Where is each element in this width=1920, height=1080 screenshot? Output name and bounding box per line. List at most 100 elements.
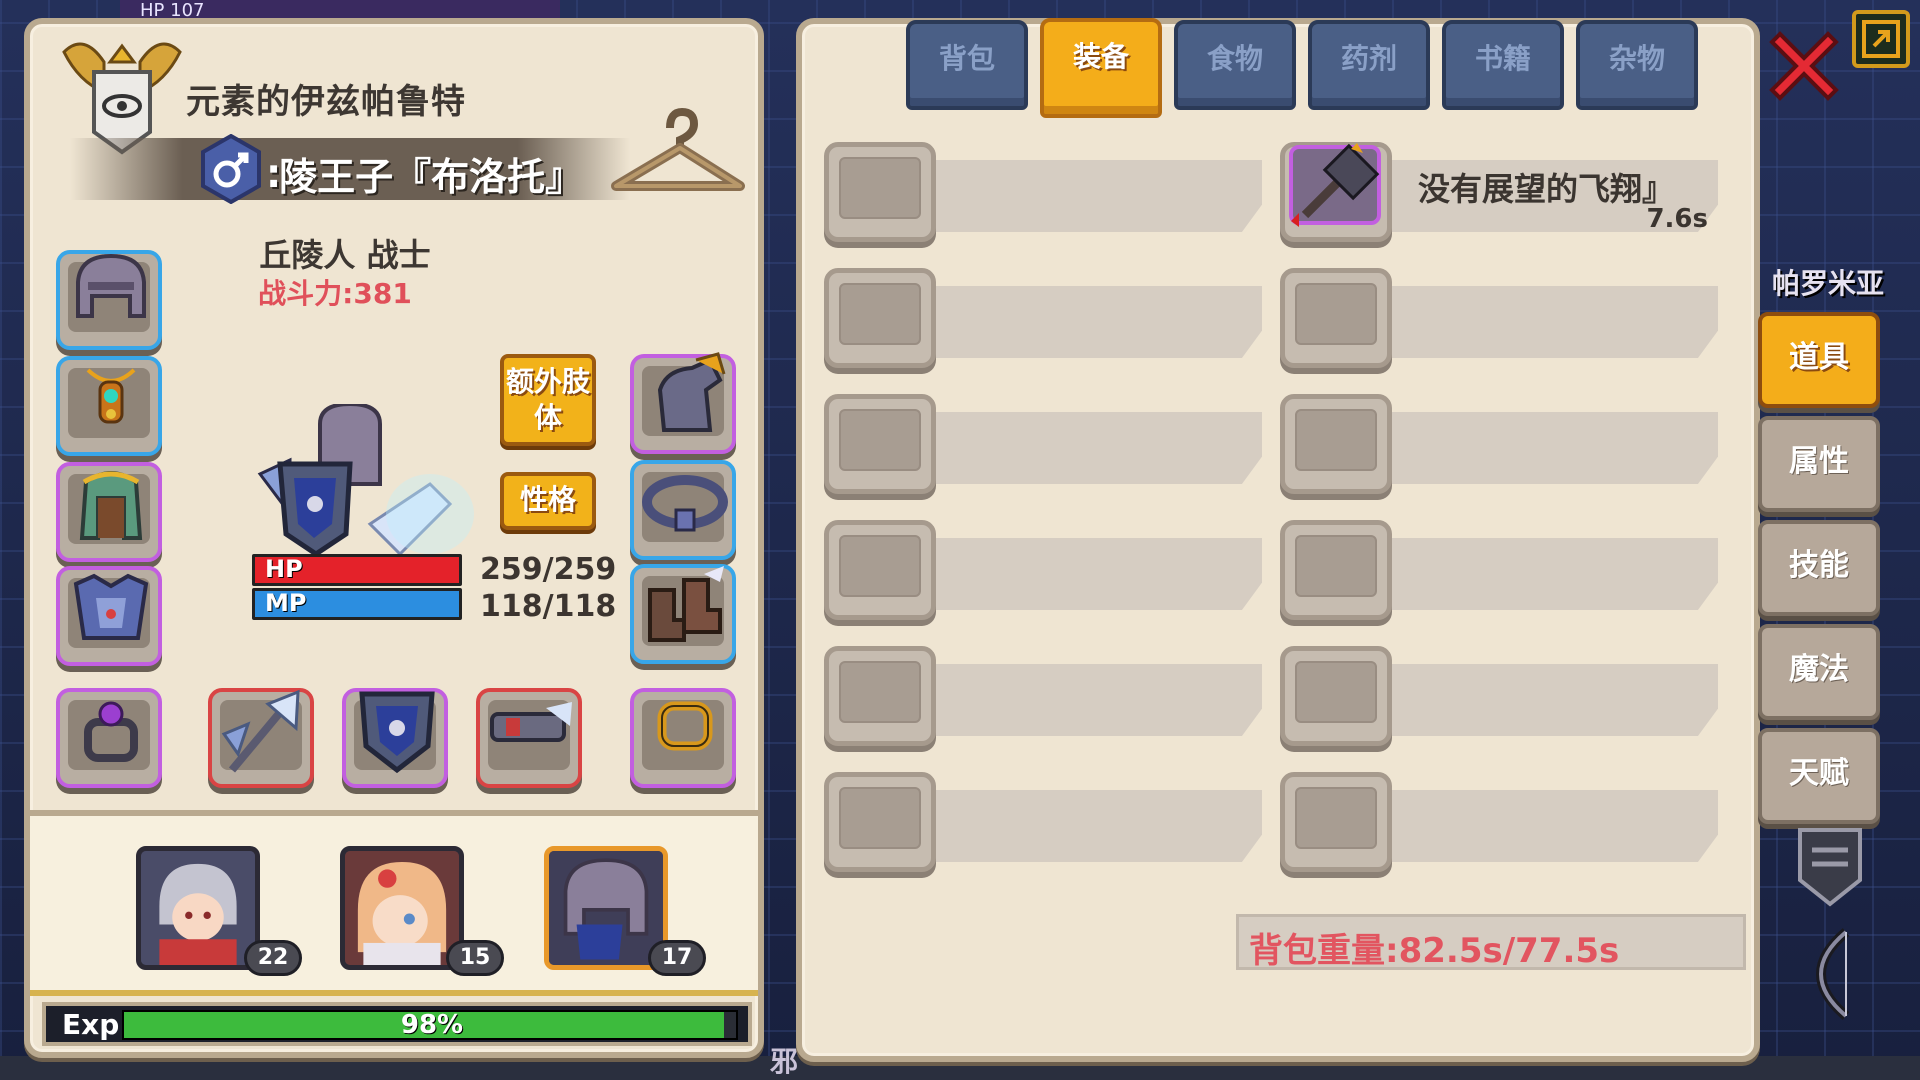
tab-6[interactable]: 杂物	[1576, 20, 1698, 110]
item-slot[interactable]	[1280, 394, 1392, 494]
item-slot[interactable]	[1280, 142, 1392, 242]
item-plate	[928, 412, 1262, 484]
axe-icon	[221, 689, 300, 773]
tab-1[interactable]: 背包	[906, 20, 1028, 110]
equip-slot-ring-left[interactable]	[56, 688, 162, 788]
item-slot[interactable]	[824, 646, 936, 746]
boots-icon	[648, 566, 724, 642]
item-plate	[928, 664, 1262, 736]
hanger-icon[interactable]	[610, 106, 746, 202]
item-slot[interactable]	[824, 772, 936, 872]
item-plate	[928, 286, 1262, 358]
bow-icon[interactable]	[1786, 926, 1876, 1022]
equip-slot-armor[interactable]	[56, 462, 162, 562]
item-slot[interactable]	[824, 268, 936, 368]
warrior-girl-portrait-icon	[141, 851, 255, 965]
equip-slot-boots[interactable]	[630, 564, 736, 664]
item-row-empty[interactable]	[824, 520, 1268, 624]
emblem-badge-icon	[1798, 828, 1862, 907]
equip-slot-helmet[interactable]	[56, 250, 162, 350]
belt-icon	[642, 475, 728, 532]
equip-slot-accessory[interactable]	[476, 688, 582, 788]
hp-bar: HP	[252, 554, 462, 586]
side-tab-5[interactable]: 天赋	[1758, 728, 1880, 824]
personality-button[interactable]: 性格	[500, 472, 596, 530]
item-row-empty[interactable]	[1280, 646, 1724, 750]
war-hammer-icon	[1289, 143, 1381, 227]
tab-3[interactable]: 食物	[1174, 20, 1296, 110]
close-icon[interactable]	[1764, 26, 1844, 106]
exit-map-icon	[1862, 20, 1900, 58]
item-plate	[1384, 538, 1718, 610]
side-tab-3[interactable]: 技能	[1758, 520, 1880, 616]
item-slot[interactable]	[824, 520, 936, 620]
hp-label: HP	[265, 555, 303, 583]
arm-cannon-icon	[490, 702, 572, 742]
item-row-empty[interactable]	[1280, 268, 1724, 372]
item-slot[interactable]	[824, 142, 936, 242]
location-name: 帕罗米亚	[1772, 267, 1885, 300]
item-row-empty[interactable]	[824, 394, 1268, 498]
character-title: 元素的伊兹帕鲁特	[186, 82, 466, 122]
party-bar: 22 15 17	[30, 810, 758, 996]
item-slot[interactable]	[1280, 268, 1392, 368]
item-weight: 7.6s	[1646, 204, 1708, 234]
gold-ring-icon	[657, 701, 713, 751]
party-member-2-level: 15	[446, 940, 504, 976]
party-member-2-portrait[interactable]	[340, 846, 464, 970]
minimap-button[interactable]	[1852, 10, 1910, 68]
item-slot[interactable]	[1280, 772, 1392, 872]
item-row-empty[interactable]	[1280, 394, 1724, 498]
item-row-empty[interactable]	[824, 142, 1268, 246]
tab-4[interactable]: 药剂	[1308, 20, 1430, 110]
tab-2[interactable]: 装备	[1040, 18, 1162, 118]
item-plate	[928, 160, 1262, 232]
world-text: 邪	[770, 1045, 799, 1078]
tab-5[interactable]: 书籍	[1442, 20, 1564, 110]
item-name: 没有展望的飞翔』	[1418, 170, 1675, 208]
inventory-panel: 没有展望的飞翔』 7.6s 背包重量:82.5s/77.5s	[796, 18, 1760, 1062]
equip-slot-off-hand[interactable]	[342, 688, 448, 788]
equip-slot-belt[interactable]	[630, 460, 736, 560]
side-tab-2[interactable]: 属性	[1758, 416, 1880, 512]
exp-label: Exp	[62, 1008, 120, 1041]
item-plate	[1384, 664, 1718, 736]
shield-icon	[359, 691, 435, 774]
mage-girl-portrait-icon	[345, 851, 459, 965]
gauntlet-icon	[657, 352, 726, 432]
mp-label: MP	[265, 589, 307, 617]
item-plate	[1384, 412, 1718, 484]
equip-slot-gloves[interactable]	[630, 352, 736, 454]
side-tab-4[interactable]: 魔法	[1758, 624, 1880, 720]
item-plate	[1384, 790, 1718, 862]
character-panel: 元素的伊兹帕鲁特 ∶陵王子『布洛托』 丘陵人 战士 战斗力:381 HP MP …	[24, 18, 764, 1058]
item-slot[interactable]	[1280, 646, 1392, 746]
item-slot[interactable]	[824, 394, 936, 494]
item-row-filled[interactable]: 没有展望的飞翔』 7.6s	[1280, 142, 1724, 246]
item-row-empty[interactable]	[1280, 772, 1724, 876]
cloak-icon	[79, 471, 143, 540]
equip-slot-body[interactable]	[56, 566, 162, 666]
chest-armor-icon	[73, 573, 149, 640]
hp-value: 259/259	[480, 552, 617, 587]
equip-slot-main-hand[interactable]	[208, 688, 314, 788]
equip-slot-amulet[interactable]	[56, 356, 162, 456]
item-row-empty[interactable]	[1280, 520, 1724, 624]
ring-icon	[84, 701, 138, 762]
party-member-1-portrait[interactable]	[136, 846, 260, 970]
extra-limb-button[interactable]: 额外肢体	[500, 354, 596, 446]
side-tab-1[interactable]: 道具	[1758, 312, 1880, 408]
item-row-empty[interactable]	[824, 646, 1268, 750]
exp-track: 98%	[122, 1010, 738, 1040]
male-icon	[201, 134, 261, 204]
equip-slot-ring-right[interactable]	[630, 688, 736, 788]
item-row-empty[interactable]	[824, 772, 1268, 876]
helmet-icon	[76, 253, 146, 318]
item-row-empty[interactable]	[824, 268, 1268, 372]
mp-value: 118/118	[480, 589, 617, 624]
party-member-3-level: 17	[648, 940, 706, 976]
character-name: ∶陵王子『布洛托』	[268, 155, 584, 199]
amulet-icon	[86, 368, 136, 424]
bag-weight-box: 背包重量:82.5s/77.5s	[1236, 914, 1746, 971]
item-slot[interactable]	[1280, 520, 1392, 620]
